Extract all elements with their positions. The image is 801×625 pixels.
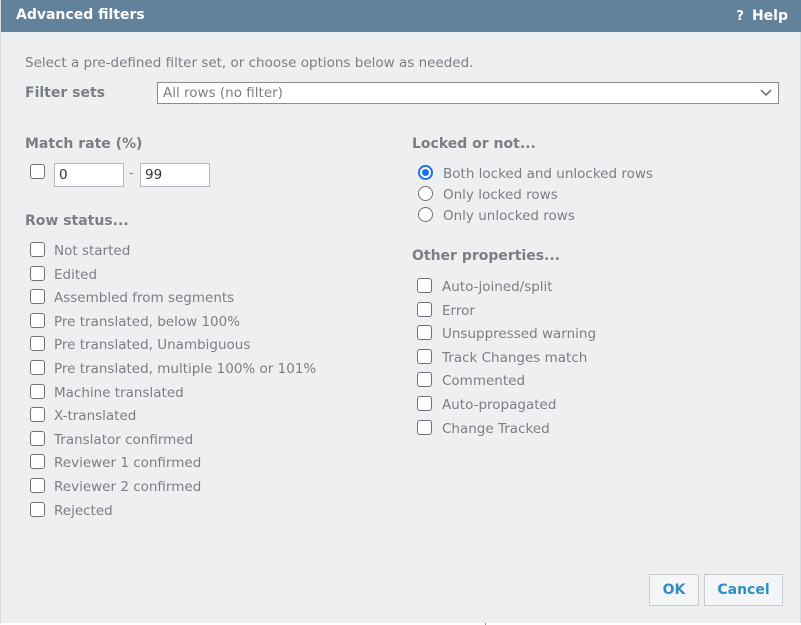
row-status-item-label: Machine translated — [54, 384, 184, 401]
row-status-checkbox[interactable] — [30, 360, 45, 375]
locked-option-label: Only unlocked rows — [443, 208, 575, 224]
match-rate-checkbox[interactable] — [30, 164, 45, 179]
other-property-item-label: Auto-propagated — [442, 397, 557, 413]
other-property-checkbox[interactable] — [417, 278, 432, 293]
row-status-item-label: Assembled from segments — [54, 290, 235, 307]
locked-radio[interactable] — [418, 165, 433, 180]
filter-sets-dropdown[interactable]: All rows (no filter) — [157, 82, 779, 104]
match-rate-to-input[interactable]: 99 — [140, 163, 210, 187]
row-status-item-label: X-translated — [54, 408, 137, 425]
row-status-label: Row status... — [25, 213, 129, 229]
row-status-checkbox[interactable] — [30, 312, 45, 328]
row-status-item-label: Rejected — [54, 502, 113, 519]
row-status-checkbox[interactable] — [30, 383, 45, 399]
other-property-checkbox[interactable] — [417, 419, 432, 435]
locked-radio[interactable] — [418, 186, 433, 201]
row-status-checkbox[interactable] — [30, 289, 45, 305]
dialog-title: Advanced filters — [16, 7, 145, 23]
row-status-checkbox[interactable] — [30, 501, 45, 517]
row-status-checkbox[interactable] — [30, 265, 45, 281]
locked-radio[interactable] — [418, 207, 433, 222]
row-status-item-label: Pre translated, Unambiguous — [54, 337, 251, 354]
row-status-item-label: Not started — [54, 243, 131, 259]
match-rate-from-input[interactable]: 0 — [54, 163, 124, 187]
row-status-checkbox[interactable] — [30, 407, 45, 423]
row-status-checkbox[interactable] — [30, 454, 45, 470]
row-status-item-label: Reviewer 2 confirmed — [54, 479, 202, 495]
filter-sets-value: All rows (no filter) — [163, 85, 283, 101]
other-property-item-label: Unsuppressed warning — [442, 326, 597, 343]
dialog-titlebar: Advanced filters ? Help — [1, 0, 801, 32]
row-status-item-label: Pre translated, below 100% — [54, 313, 241, 330]
locked-option-label: Only locked rows — [443, 187, 558, 203]
other-property-item-label: Auto-joined/split — [442, 279, 553, 295]
other-property-checkbox[interactable] — [417, 348, 432, 364]
row-status-item-label: Pre translated, multiple 100% or 101% — [54, 361, 317, 377]
row-status-item-label: Edited — [54, 266, 98, 283]
row-status-checkbox[interactable] — [30, 478, 45, 493]
locked-label: Locked or not... — [412, 136, 536, 152]
other-property-item-label: Commented — [442, 373, 526, 390]
other-property-checkbox[interactable] — [417, 325, 432, 341]
advanced-filters-dialog: Advanced filters ? Help Select a pre-def… — [0, 0, 801, 623]
ok-button[interactable]: OK — [649, 574, 699, 606]
locked-option-label: Both locked and unlocked rows — [443, 166, 653, 182]
help-button[interactable]: ? Help — [736, 8, 788, 24]
intro-text: Select a pre-defined filter set, or choo… — [25, 55, 474, 71]
cancel-button[interactable]: Cancel — [704, 574, 783, 606]
other-properties-label: Other properties... — [412, 248, 561, 264]
match-rate-label: Match rate (%) — [25, 136, 143, 152]
row-status-checkbox[interactable] — [30, 430, 45, 446]
other-property-checkbox[interactable] — [417, 396, 432, 411]
other-property-item-label: Track Changes match — [442, 349, 588, 366]
row-status-checkbox[interactable] — [30, 242, 45, 257]
other-property-checkbox[interactable] — [417, 372, 432, 388]
other-property-checkbox[interactable] — [417, 301, 432, 317]
row-status-item-label: Translator confirmed — [54, 431, 194, 448]
other-property-item-label: Error — [442, 302, 475, 319]
filter-sets-label: Filter sets — [25, 85, 105, 101]
range-separator: - — [129, 166, 134, 181]
row-status-checkbox[interactable] — [30, 336, 45, 352]
help-label: Help — [751, 8, 788, 24]
row-status-item-label: Reviewer 1 confirmed — [54, 455, 202, 472]
chevron-down-icon — [760, 89, 772, 97]
question-mark-icon: ? — [736, 8, 744, 24]
other-property-item-label: Change Tracked — [442, 420, 550, 437]
